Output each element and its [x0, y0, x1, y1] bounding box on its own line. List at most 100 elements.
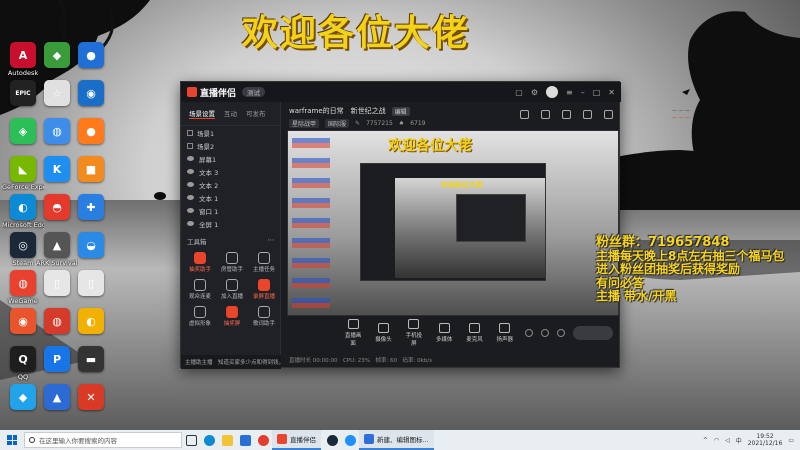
- source-item[interactable]: 文本 2: [181, 178, 280, 191]
- gift-icon[interactable]: [583, 110, 592, 119]
- tool-button[interactable]: 虚拟形象: [185, 304, 215, 327]
- eye-icon[interactable]: [187, 195, 194, 200]
- desktop-icon[interactable]: ✕: [70, 384, 112, 410]
- tool-icon: [258, 279, 270, 291]
- tab-publish[interactable]: 可发布: [246, 108, 266, 119]
- camera-button[interactable]: 摄像头: [373, 323, 393, 343]
- maximize-icon[interactable]: □: [593, 88, 601, 97]
- taskbar-app-paint[interactable]: 新建、编辑图标...: [359, 430, 434, 450]
- tab-scene-settings[interactable]: 场景设置: [189, 108, 215, 119]
- desktop-icon[interactable]: ✚: [70, 194, 112, 220]
- menu-icon[interactable]: ≡: [566, 88, 573, 97]
- input-language[interactable]: 中: [736, 436, 742, 445]
- scene-item[interactable]: 场景2: [181, 139, 280, 152]
- screen-capture-button[interactable]: 直播画面: [343, 319, 363, 347]
- source-item[interactable]: 文本 1: [181, 191, 280, 204]
- speaker-button[interactable]: 扬声器: [495, 323, 515, 343]
- tool-button[interactable]: 抽奖屏: [217, 304, 247, 327]
- eye-icon[interactable]: [187, 221, 194, 226]
- stream-preview[interactable]: 欢迎各位大佬 欢迎各位大佬: [287, 130, 619, 316]
- desktop-icon[interactable]: ●: [70, 42, 112, 68]
- clock[interactable]: 19:52 2021/12/16: [748, 433, 783, 447]
- tool-button[interactable]: 主播任务: [249, 250, 279, 273]
- phone-cast-button[interactable]: 手机投屏: [404, 319, 424, 347]
- close-icon[interactable]: ✕: [608, 88, 615, 97]
- desktop-icon[interactable]: ◐: [70, 308, 112, 334]
- category-tag[interactable]: 星际战甲: [289, 119, 320, 128]
- minimize-icon[interactable]: –: [581, 88, 585, 97]
- tool-button[interactable]: 加入直播: [217, 277, 247, 300]
- desktop-icon[interactable]: ▬: [70, 346, 112, 372]
- app-icon: Q: [10, 346, 36, 372]
- taskbar-app-stream[interactable]: 直播伴侣: [272, 430, 321, 450]
- edit-title-button[interactable]: 编辑: [391, 106, 410, 116]
- eye-icon[interactable]: [187, 156, 194, 161]
- desktop-icon[interactable]: ◒: [70, 232, 112, 258]
- start-live-button[interactable]: [573, 326, 613, 340]
- app-icon: ■: [78, 156, 104, 182]
- eye-icon[interactable]: [187, 182, 194, 187]
- fullscreen-icon[interactable]: [604, 110, 613, 119]
- start-button[interactable]: [0, 430, 24, 450]
- app-icon: ▲: [44, 232, 70, 258]
- tool-button[interactable]: 抽奖助手: [185, 250, 215, 273]
- microphone-button[interactable]: 麦克风: [464, 323, 484, 343]
- desktop-icon[interactable]: ■: [70, 156, 112, 182]
- media-button[interactable]: 多媒体: [434, 323, 454, 343]
- desktop-icon[interactable]: ▯: [70, 270, 112, 296]
- eye-icon[interactable]: [187, 208, 194, 213]
- scene-item[interactable]: 场景1: [181, 126, 280, 139]
- taskbar-search[interactable]: 在这里输入你要搜索的内容: [24, 432, 182, 448]
- sidebar-footer-notice: 主播助主播 知道买家多少点和得到钱，请立即联系与联系我: [181, 355, 281, 369]
- desktop-icon-label: QQ: [17, 373, 29, 381]
- qq-icon[interactable]: [341, 430, 359, 450]
- source-label: 文本 2: [199, 181, 219, 190]
- source-item[interactable]: 全屏 1: [181, 217, 280, 230]
- notification-icon[interactable]: ▢: [515, 88, 523, 97]
- app-icon: A: [10, 42, 36, 68]
- settings-icon[interactable]: [557, 329, 565, 337]
- preview-nested-window: 欢迎各位大佬: [360, 163, 546, 281]
- layout-icon[interactable]: [520, 110, 529, 119]
- source-item[interactable]: 窗口 1: [181, 204, 280, 217]
- button-label: 摄像头: [375, 337, 392, 343]
- stream-app-window[interactable]: 直播伴侣 测试 ▢ ⚙ ≡ – □ ✕ 场景设置 互动 可发布 场景1 场景2 …: [180, 81, 621, 369]
- overlay-line: 主播 带水/开黑: [596, 289, 677, 303]
- tool-label: 主播任务: [252, 267, 275, 273]
- tool-button[interactable]: 歌词助手: [249, 304, 279, 327]
- tab-interaction[interactable]: 互动: [224, 108, 237, 119]
- task-view-icon[interactable]: [182, 430, 200, 450]
- tool-button[interactable]: 观众连麦: [185, 277, 215, 300]
- tray-chevron-icon[interactable]: ^: [703, 437, 708, 444]
- tool-icon: [194, 306, 206, 318]
- edge-icon[interactable]: [200, 430, 218, 450]
- app-icon: ◎: [10, 232, 36, 258]
- store-icon[interactable]: [236, 430, 254, 450]
- fan-group-line: 粉丝群：719657848: [596, 235, 730, 250]
- source-item[interactable]: 屏幕1: [181, 152, 280, 165]
- app-icon: ▬: [78, 346, 104, 372]
- desktop-icon[interactable]: ●: [70, 118, 112, 144]
- file-explorer-icon[interactable]: [218, 430, 236, 450]
- tool-button[interactable]: 录屏直播: [249, 277, 279, 300]
- settings-icon[interactable]: ⚙: [531, 88, 538, 97]
- eye-icon[interactable]: [187, 169, 194, 174]
- stats-icon[interactable]: [562, 110, 571, 119]
- edit-icon[interactable]: ✎: [355, 120, 360, 127]
- chrome-icon[interactable]: [254, 430, 272, 450]
- record-icon[interactable]: [525, 329, 533, 337]
- tool-button[interactable]: 房管助手: [217, 250, 247, 273]
- eye-icon[interactable]: [541, 329, 549, 337]
- network-icon[interactable]: ◠: [714, 437, 719, 444]
- source-item[interactable]: 文本 3: [181, 165, 280, 178]
- monitor-icon: [347, 319, 359, 329]
- volume-icon[interactable]: ◁: [725, 437, 730, 444]
- notification-center-icon[interactable]: ▭: [788, 437, 794, 444]
- source-label: 文本 1: [199, 194, 219, 203]
- steam-icon[interactable]: [323, 430, 341, 450]
- desktop-icon[interactable]: ◉: [70, 80, 112, 106]
- share-icon[interactable]: [541, 110, 550, 119]
- more-tools-icon[interactable]: ⋯: [268, 236, 275, 246]
- server-tag[interactable]: 国际服: [325, 119, 350, 128]
- avatar[interactable]: [546, 86, 559, 98]
